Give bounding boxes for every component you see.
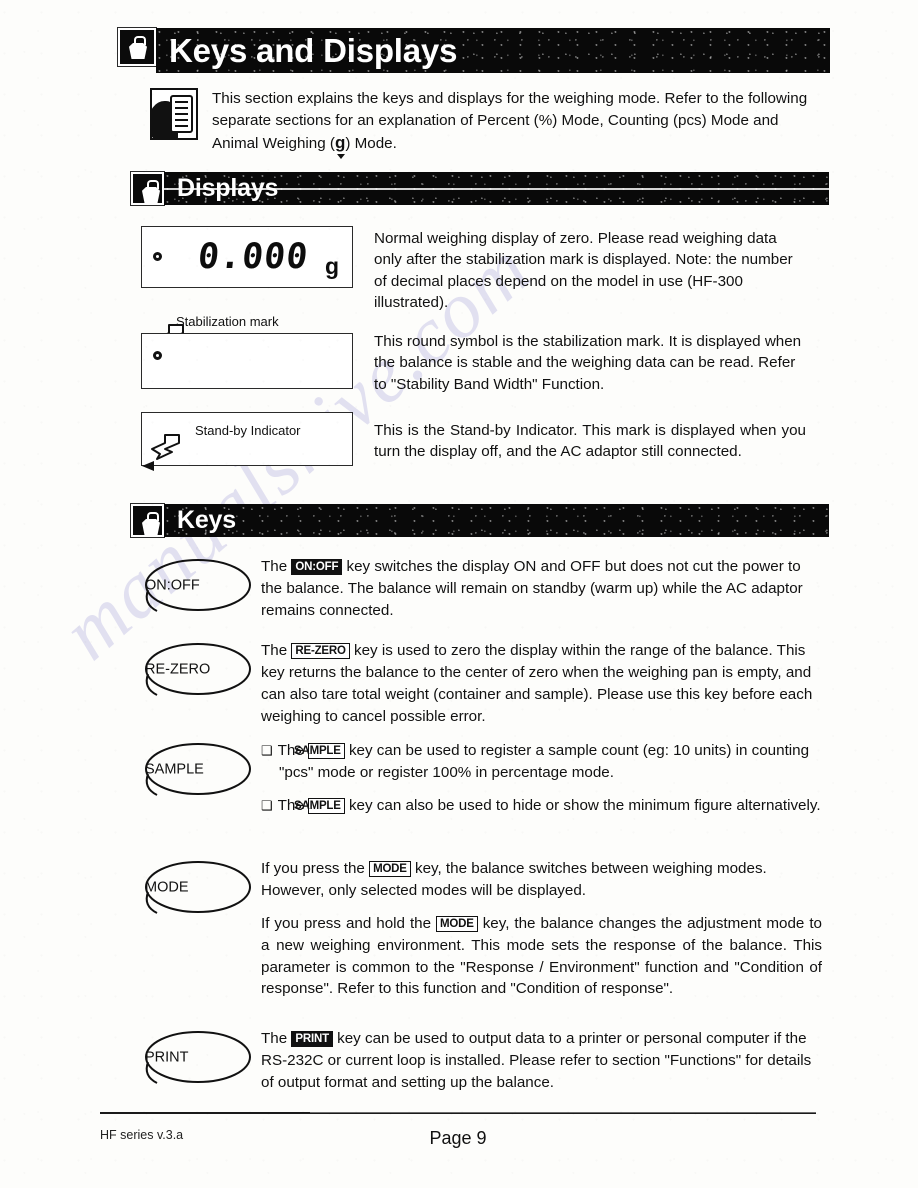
- key-description-mode: If you press the MODE key, the balance s…: [261, 858, 822, 1000]
- text-after-keycap: key switches the display ON and OFF but …: [261, 558, 803, 619]
- key-row-re-zero: RE-ZERO The RE-ZERO key is used to zero …: [141, 640, 822, 728]
- intro-text-end: ) Mode.: [345, 135, 397, 153]
- section-header-displays: Displays: [131, 172, 829, 205]
- reader-note-icon: [150, 88, 198, 140]
- key-row-mode: MODE If you press the MODE key, the bala…: [141, 858, 822, 1000]
- text-after-keycap: key can be used to output data to a prin…: [261, 1030, 812, 1091]
- key-label: RE-ZERO: [145, 661, 211, 678]
- lcd-stabilization-description: This round symbol is the stabilization m…: [374, 333, 802, 393]
- key-description-sample: ❑ The SAMPLE key can be used to register…: [261, 740, 822, 817]
- text-before-keycap: If you press and hold the: [261, 914, 437, 932]
- stabilization-mark-label: Stabilization mark: [176, 314, 279, 329]
- section-title: Keys and Displays: [169, 31, 458, 69]
- bullet-square-icon: ❑: [261, 797, 274, 813]
- document-glyph: [170, 95, 193, 133]
- keycap-mode: MODE: [369, 861, 411, 878]
- lcd-value: 0.000: [195, 237, 311, 277]
- key-description-re-zero: The RE-ZERO key is used to zero the disp…: [261, 640, 822, 728]
- intro-paragraph: This section explains the keys and displ…: [212, 88, 822, 155]
- lcd-stabilization-illustration: [141, 333, 353, 389]
- key-button-re-zero[interactable]: RE-ZERO: [141, 640, 261, 702]
- bullet-item: ❑ The SAMPLE key can be used to register…: [261, 740, 822, 784]
- bullet-square-icon: ❑: [261, 743, 274, 758]
- section-header-bar: Keys: [164, 504, 829, 537]
- page-number: Page 9: [429, 1128, 487, 1148]
- standby-indicator-label: Stand-by Indicator: [195, 423, 301, 438]
- section-header-keys: Keys: [131, 504, 829, 537]
- text-before-keycap: If you press the: [261, 860, 370, 877]
- lcd-display-zero-illustration: 0.000 g: [141, 226, 353, 288]
- key-description-print: The PRINT key can be used to output data…: [261, 1028, 822, 1094]
- callout-arrow-icon: [148, 432, 182, 462]
- intro-note: This section explains the keys and displ…: [150, 88, 822, 155]
- text-before-keycap: The: [261, 558, 292, 575]
- keycap-re-zero: RE-ZERO: [291, 643, 350, 660]
- section-header-keys-and-displays: Keys and Displays: [118, 28, 830, 73]
- weight-icon: [118, 28, 156, 66]
- keycap-on-off: ON:OFF: [291, 559, 343, 576]
- key-label: PRINT: [145, 1049, 189, 1066]
- page-footer: HF series v.3.a Page 9: [100, 1128, 816, 1148]
- weight-icon: [131, 504, 164, 537]
- stabilization-mark-icon: [153, 252, 162, 261]
- stabilization-mark-icon: [153, 351, 162, 360]
- keycap-sample: SAMPLE: [294, 743, 345, 760]
- key-button-mode[interactable]: MODE: [141, 858, 261, 920]
- bullet-item: ❑ The SAMPLE key can also be used to hid…: [261, 795, 822, 817]
- keycap-print: PRINT: [291, 1031, 333, 1048]
- keycap-mode: MODE: [436, 915, 478, 933]
- section-title: Keys: [177, 506, 236, 534]
- section-header-bar: Keys and Displays: [156, 28, 830, 73]
- section-header-bar: Displays: [164, 172, 829, 205]
- scan-artifact-line: [164, 188, 829, 190]
- footer-divider: [100, 1112, 816, 1114]
- lcd-zero-description: Normal weighing display of zero. Please …: [374, 230, 793, 312]
- text-before-keycap: The: [261, 1030, 292, 1047]
- standby-indicator-mark-icon: [142, 461, 154, 471]
- key-description-on-off: The ON:OFF key switches the display ON a…: [261, 556, 822, 622]
- text-after-keycap: key can be used to register a sample cou…: [279, 742, 810, 781]
- key-row-print: PRINT The PRINT key can be used to outpu…: [141, 1028, 822, 1094]
- text-before-keycap: The: [261, 642, 292, 659]
- keycap-sample: SAMPLE: [294, 797, 345, 815]
- lcd-standby-description: This is the Stand-by Indicator. This mar…: [374, 422, 806, 461]
- key-row-sample: SAMPLE ❑ The SAMPLE key can be used to r…: [141, 740, 822, 817]
- scan-speckles: [164, 504, 829, 537]
- key-button-print[interactable]: PRINT: [141, 1028, 261, 1090]
- key-label: ON:OFF: [145, 577, 200, 594]
- intro-text: This section explains the keys and displ…: [212, 90, 808, 153]
- key-label: SAMPLE: [145, 761, 204, 778]
- key-label: MODE: [145, 879, 189, 896]
- animal-mode-g-symbol: g: [334, 133, 346, 153]
- key-button-on-off[interactable]: ON:OFF: [141, 556, 261, 618]
- key-button-sample[interactable]: SAMPLE: [141, 740, 261, 802]
- weight-icon: [131, 172, 164, 205]
- manual-page: Keys and Displays This section explains …: [0, 0, 918, 1188]
- key-row-on-off: ON:OFF The ON:OFF key switches the displ…: [141, 556, 822, 622]
- text-after-keycap: key can also be used to hide or show the…: [344, 796, 821, 814]
- lcd-unit: g: [324, 253, 339, 279]
